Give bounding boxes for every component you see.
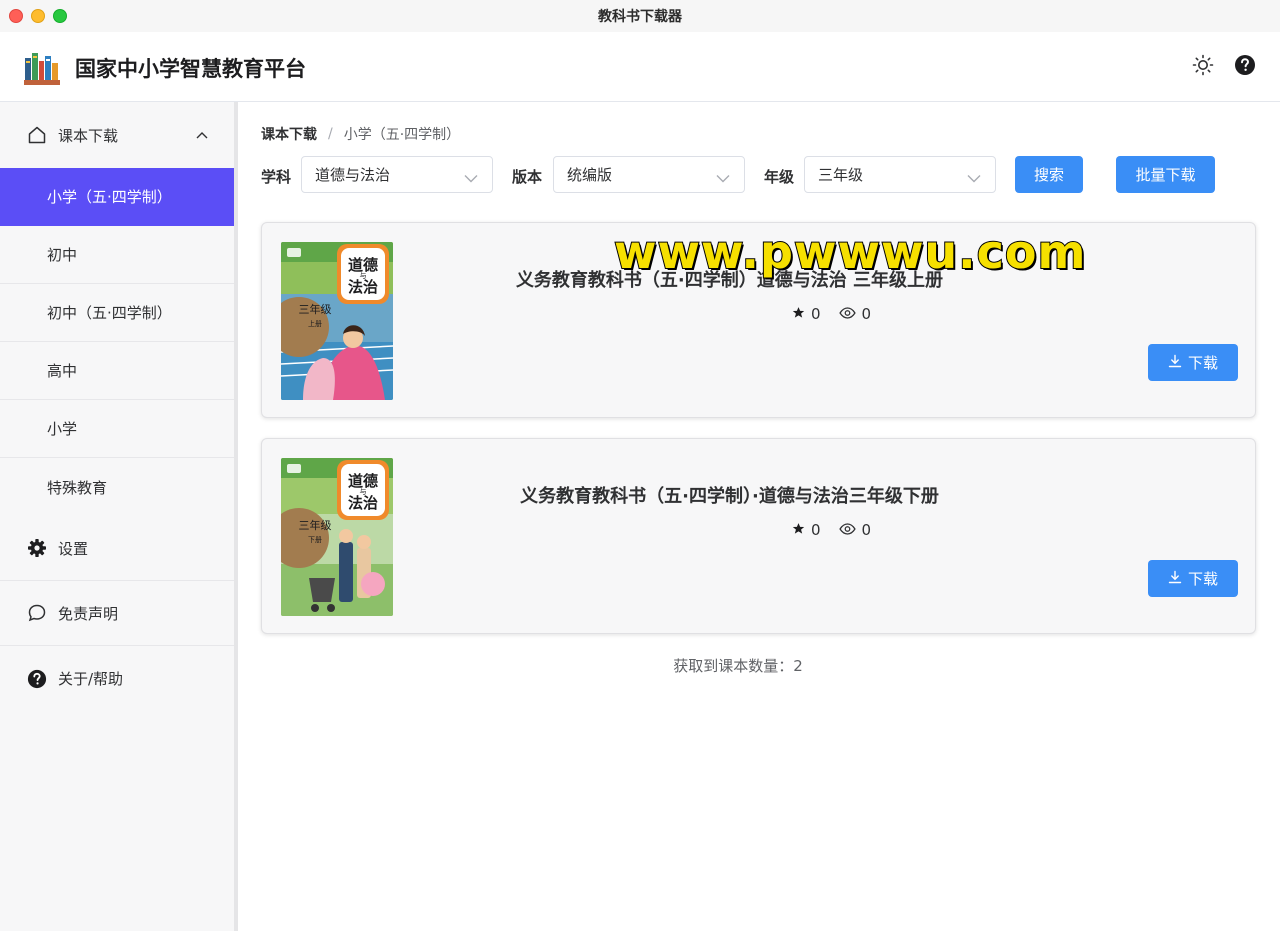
book-stats: 0 0 [792, 521, 871, 539]
filter-bar: 学科 道德与法治 版本 统编版 年级 三年级 搜索 批量下载 [261, 156, 1261, 194]
subject-label: 学科 [261, 168, 292, 186]
stars-count: 0 [811, 521, 821, 539]
cover-grade: 三年级 [299, 302, 332, 316]
cover-grade: 三年级 [299, 518, 332, 532]
download-icon [1168, 354, 1182, 372]
sidebar-item-label: 设置 [58, 539, 89, 558]
books-logo-icon [22, 47, 62, 87]
grade-select[interactable]: 三年级 [804, 156, 996, 193]
window-title: 教科书下载器 [598, 9, 682, 25]
maximize-window-button[interactable] [53, 9, 67, 23]
grade-select-value: 三年级 [818, 166, 864, 184]
window-titlebar: 教科书下载器 [0, 0, 1280, 32]
breadcrumb-separator: / [328, 126, 333, 142]
batch-download-button[interactable]: 批量下载 [1116, 156, 1215, 193]
close-window-button[interactable] [9, 9, 23, 23]
chevron-down-icon [967, 169, 981, 183]
sidebar-group-textbook-download[interactable]: 课本下载 [0, 102, 234, 168]
cover-term: 下册 [308, 536, 322, 544]
download-label: 下载 [1187, 354, 1218, 372]
edition-select-value: 统编版 [567, 166, 613, 184]
chevron-down-icon [716, 169, 730, 183]
question-circle-icon [1234, 54, 1256, 80]
breadcrumb: 课本下载 / 小学（五·四学制） [261, 124, 460, 144]
views-stat: 0 [838, 305, 872, 323]
search-button[interactable]: 搜索 [1015, 156, 1083, 193]
download-button[interactable]: 下载 [1148, 560, 1238, 597]
sidebar-item-settings[interactable]: 设置 [0, 516, 234, 581]
home-icon [26, 124, 48, 146]
grade-label: 年级 [764, 168, 795, 186]
sidebar-item-junior-high-54[interactable]: 初中（五·四学制） [0, 284, 234, 342]
edition-select[interactable]: 统编版 [553, 156, 745, 193]
sidebar-item-junior-high[interactable]: 初中 [0, 226, 234, 284]
count-value: 2 [793, 657, 803, 675]
download-label: 下载 [1187, 570, 1218, 588]
star-icon [792, 521, 805, 539]
book-stats: 0 0 [792, 305, 871, 323]
chat-bubble-icon [26, 602, 48, 624]
chevron-down-icon [464, 169, 478, 183]
textbook-count: 获取到课本数量：2 [238, 655, 1238, 676]
book-card: 道德 与 法治 三年级 下册 义务教育教科书（五·四学制）·道德与法治三年级下册 [261, 438, 1256, 634]
subject-select-value: 道德与法治 [315, 166, 391, 184]
sidebar: 课本下载 小学（五·四学制） 初中 初中（五·四学制） 高中 小学 特殊教育 设… [0, 102, 234, 931]
stars-count: 0 [811, 305, 821, 323]
download-button[interactable]: 下载 [1148, 344, 1238, 381]
star-icon [792, 305, 805, 323]
stars-stat: 0 [792, 521, 821, 539]
book-title: 义务教育教科书（五·四学制）·道德与法治三年级下册 [520, 486, 939, 507]
sidebar-item-primary-54[interactable]: 小学（五·四学制） [0, 168, 234, 226]
views-count: 0 [861, 521, 872, 539]
sidebar-item-disclaimer[interactable]: 免责声明 [0, 581, 234, 646]
breadcrumb-root[interactable]: 课本下载 [261, 124, 317, 144]
chevron-up-icon [196, 128, 210, 142]
minimize-window-button[interactable] [31, 9, 45, 23]
app-title: 国家中小学智慧教育平台 [75, 57, 306, 81]
app-header: 国家中小学智慧教育平台 [0, 32, 1280, 102]
edition-label: 版本 [512, 168, 543, 186]
theme-toggle-button[interactable] [1190, 54, 1216, 80]
sidebar-item-special-education[interactable]: 特殊教育 [0, 458, 234, 516]
views-stat: 0 [838, 521, 872, 539]
question-circle-icon [26, 668, 48, 690]
sidebar-item-about-help[interactable]: 关于/帮助 [0, 646, 234, 711]
sun-icon [1192, 54, 1214, 80]
sidebar-item-label: 免责声明 [58, 604, 119, 623]
download-icon [1168, 570, 1182, 588]
sidebar-item-senior-high[interactable]: 高中 [0, 342, 234, 400]
sidebar-item-primary[interactable]: 小学 [0, 400, 234, 458]
sidebar-group-label: 课本下载 [58, 126, 119, 145]
views-count: 0 [861, 305, 872, 323]
sidebar-item-label: 关于/帮助 [58, 670, 124, 688]
stars-stat: 0 [792, 305, 821, 323]
gear-icon [26, 537, 48, 559]
subject-select[interactable]: 道德与法治 [301, 156, 493, 193]
eye-icon [838, 521, 856, 539]
breadcrumb-current: 小学（五·四学制） [343, 127, 461, 143]
window-controls [9, 9, 67, 23]
count-label: 获取到课本数量： [673, 657, 794, 675]
eye-icon [838, 305, 856, 323]
watermark-text: www.pwwwu.com [613, 224, 1087, 280]
help-button[interactable] [1232, 54, 1258, 80]
main-content: 课本下载 / 小学（五·四学制） 学科 道德与法治 版本 统编版 年级 三年级 … [238, 102, 1280, 931]
cover-term: 上册 [308, 319, 322, 328]
